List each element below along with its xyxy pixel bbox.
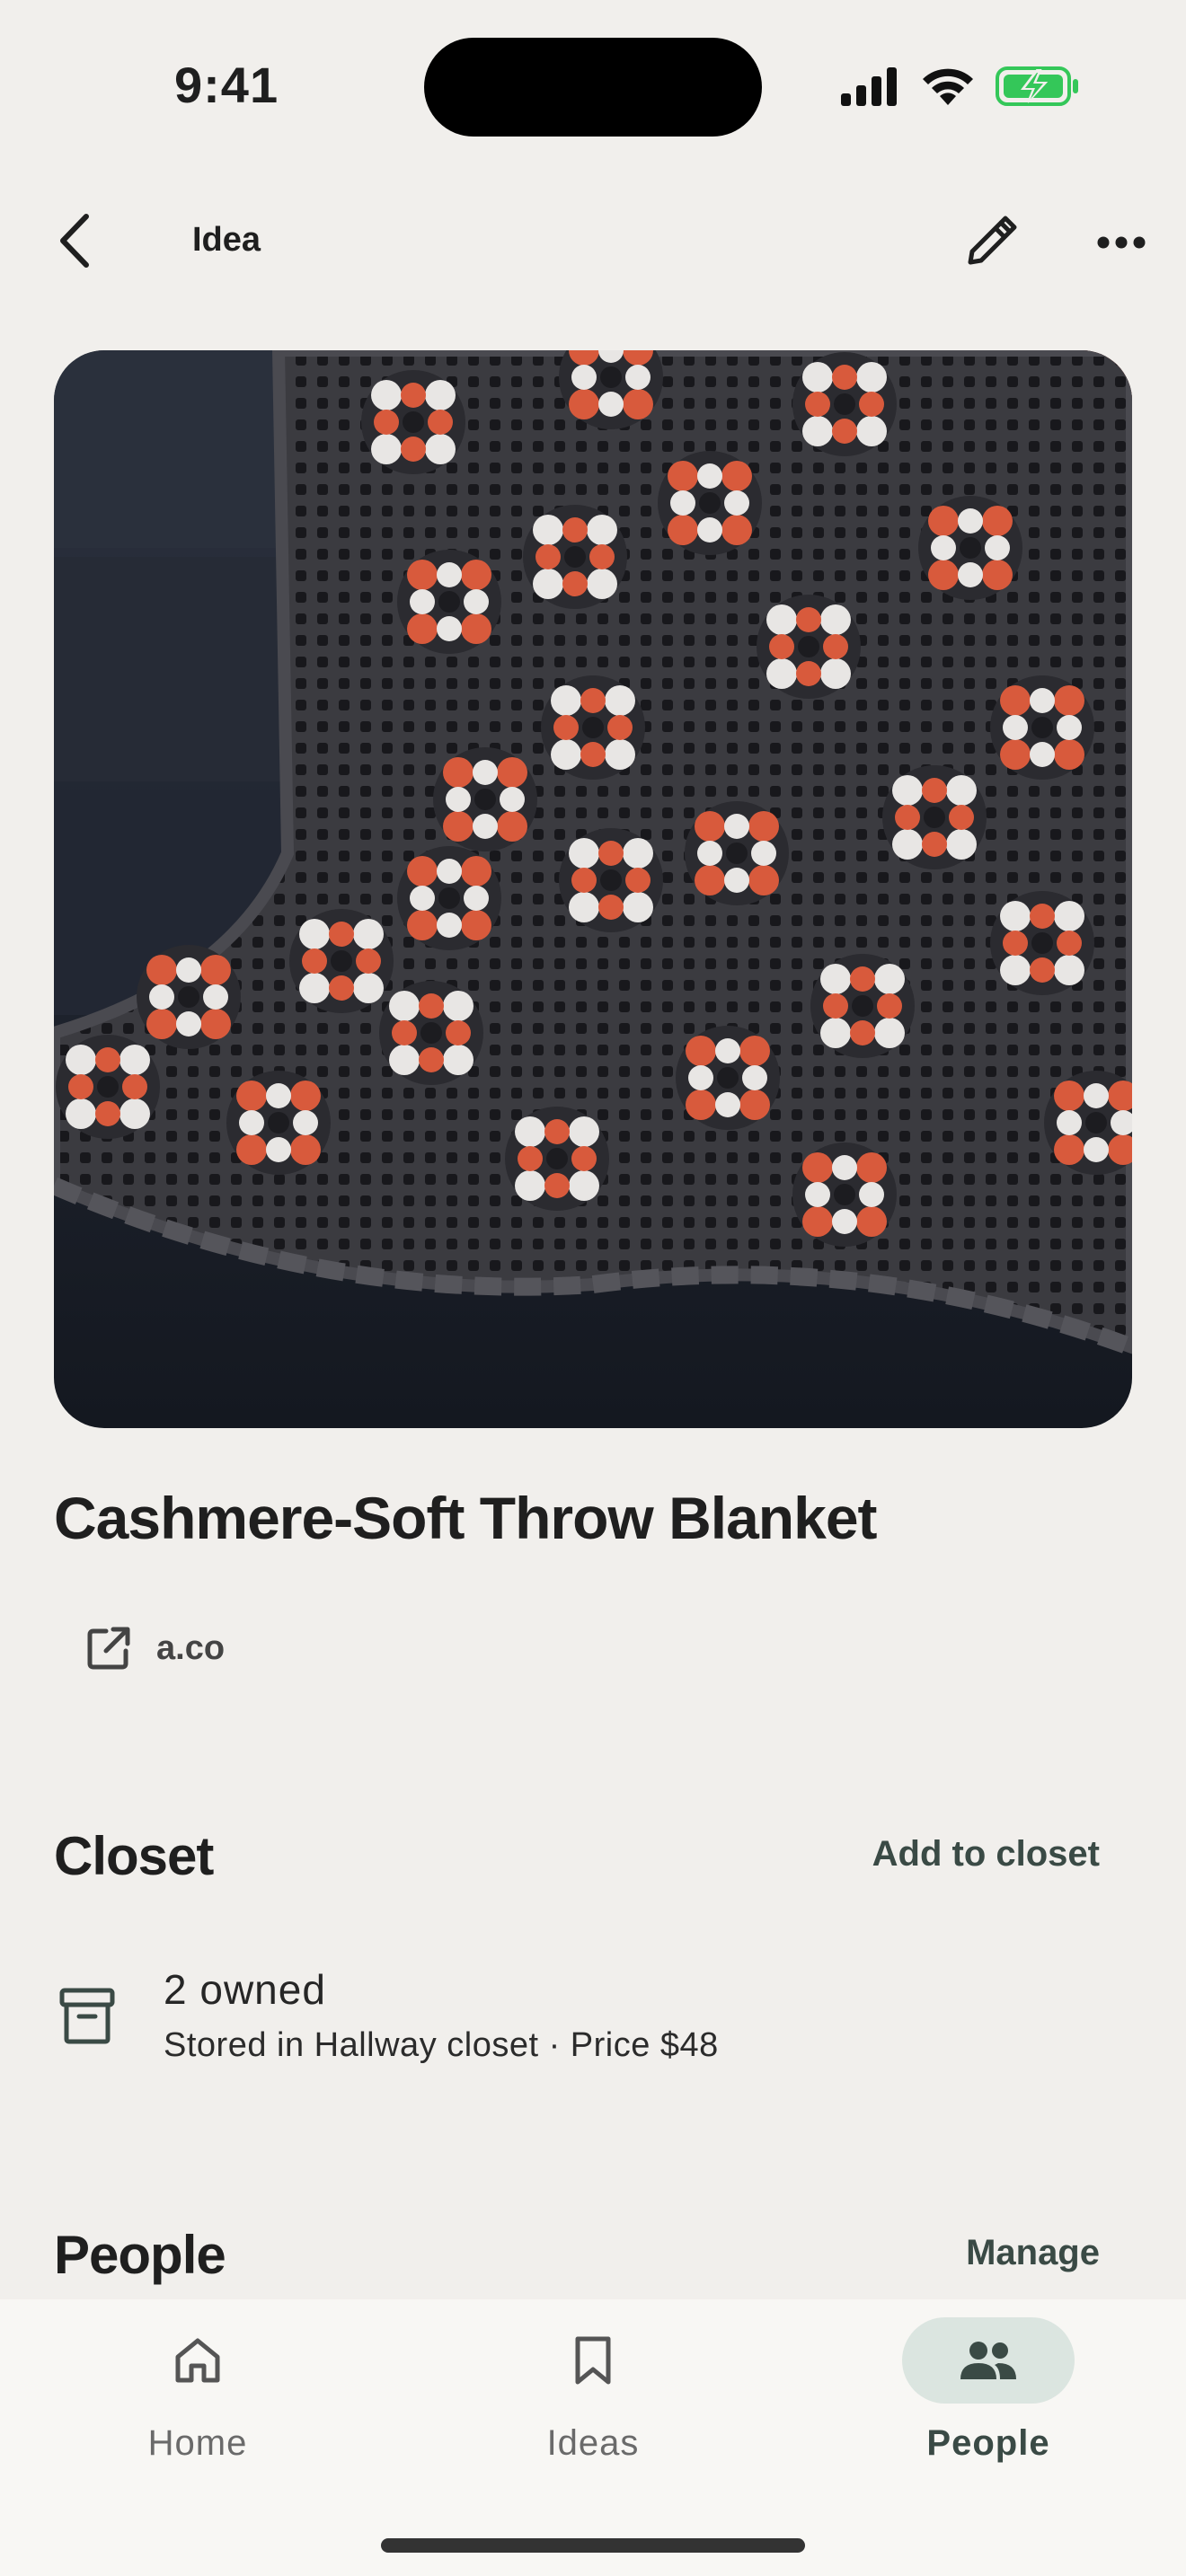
status-icons: [839, 61, 1080, 111]
dynamic-island: [424, 38, 762, 137]
page-title: Idea: [192, 221, 261, 259]
blanket-photo-illustration: [54, 350, 1132, 1428]
tab-people-label: People: [926, 2423, 1050, 2463]
edit-button[interactable]: [960, 210, 1022, 273]
item-link-text: a.co: [156, 1628, 226, 1667]
home-icon: [175, 2338, 220, 2383]
closet-details: Stored in Hallway closet · Price $48: [164, 2026, 719, 2064]
tab-home-label: Home: [147, 2423, 248, 2463]
bookmark-icon: [575, 2336, 611, 2385]
item-title: Cashmere-Soft Throw Blanket: [54, 1485, 877, 1551]
more-options-button[interactable]: [1094, 216, 1148, 269]
more-horizontal-icon: [1097, 236, 1146, 249]
signal-icon: [841, 67, 897, 106]
closet-section-title: Closet: [54, 1826, 214, 1886]
product-image[interactable]: [54, 350, 1132, 1428]
chevron-left-icon: [60, 214, 89, 268]
manage-people-button[interactable]: Manage: [966, 2233, 1100, 2273]
archive-box-icon: [59, 1988, 115, 2044]
home-indicator[interactable]: [381, 2538, 805, 2553]
pencil-icon: [968, 216, 1017, 265]
wifi-icon: [923, 68, 973, 105]
back-button[interactable]: [47, 205, 101, 277]
external-link-icon: [87, 1627, 130, 1670]
battery-charging-icon: [996, 66, 1078, 106]
item-link[interactable]: a.co: [86, 1626, 225, 1671]
status-time: 9:41: [174, 57, 279, 113]
add-to-closet-button[interactable]: Add to closet: [872, 1834, 1100, 1875]
tab-home[interactable]: Home: [81, 2317, 314, 2506]
tab-ideas-label: Ideas: [546, 2423, 640, 2463]
people-icon: [960, 2342, 1016, 2379]
people-section-title: People: [54, 2225, 226, 2285]
owned-count: 2 owned: [164, 1966, 326, 2013]
tab-people[interactable]: People: [872, 2317, 1105, 2506]
tab-ideas[interactable]: Ideas: [476, 2317, 710, 2506]
